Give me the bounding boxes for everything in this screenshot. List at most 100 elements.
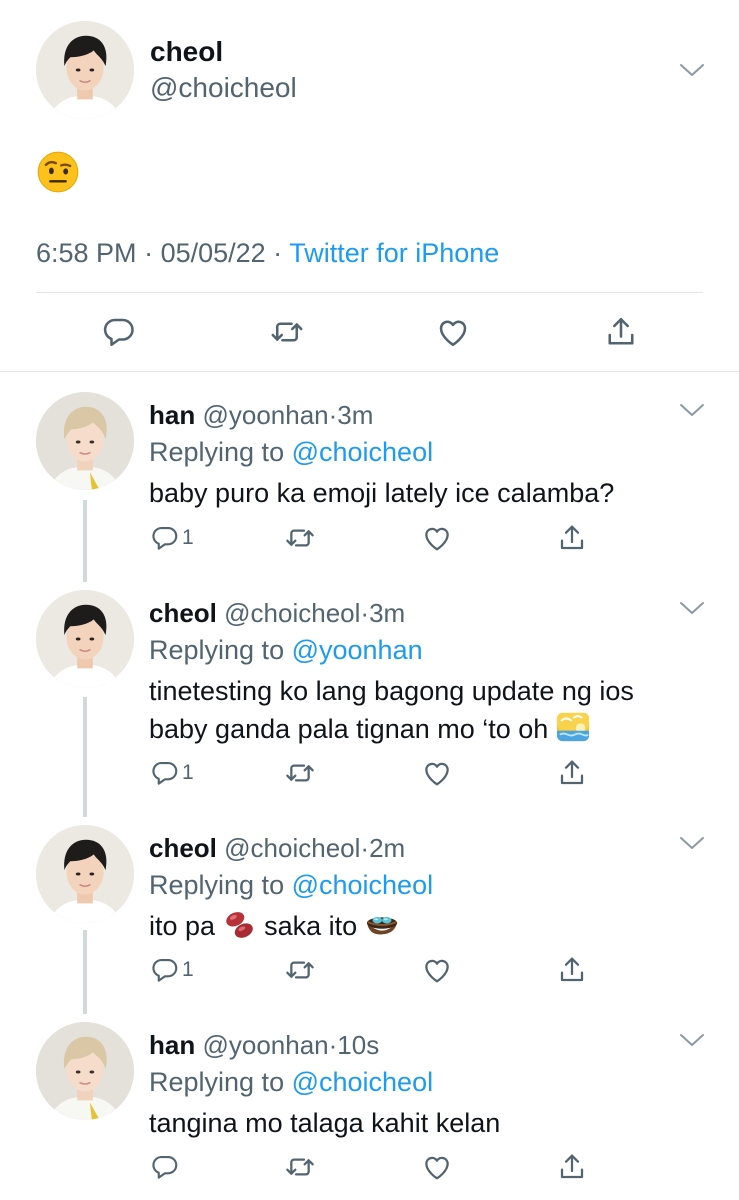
reply-text: ito pa saka ito	[149, 907, 709, 945]
reply-icon	[150, 1152, 180, 1182]
replying-prefix: Replying to	[149, 870, 292, 900]
share-button[interactable]	[556, 950, 588, 990]
reply-text-part: ito pa	[149, 911, 223, 941]
share-icon	[556, 1151, 588, 1183]
avatar[interactable]	[36, 1022, 134, 1120]
heart-icon	[421, 1151, 453, 1183]
replying-to: Replying to @choicheol	[149, 870, 433, 901]
divider	[36, 292, 703, 293]
author-handle[interactable]: @choicheol	[150, 72, 297, 104]
chevron-down-icon[interactable]	[679, 600, 705, 616]
divider	[0, 371, 739, 372]
avatar[interactable]	[36, 21, 134, 119]
heart-icon	[421, 757, 453, 789]
dot-separator: ·	[328, 400, 338, 430]
reply-tweet[interactable]: cheol @choicheol·3m Replying to @yoonhan…	[0, 590, 739, 815]
mention-link[interactable]: @choicheol	[292, 1067, 434, 1097]
author-name[interactable]: han	[149, 400, 195, 430]
like-button[interactable]	[435, 312, 471, 352]
heart-icon	[421, 522, 453, 554]
share-button[interactable]	[556, 1147, 588, 1187]
tweet-meta: 6:58 PM · 05/05/22 · Twitter for iPhone	[36, 238, 499, 269]
author-handle[interactable]: @yoonhan	[202, 400, 328, 430]
mention-link[interactable]: @choicheol	[292, 437, 434, 467]
like-button[interactable]	[421, 1147, 453, 1187]
reply-icon	[101, 314, 137, 350]
retweet-button[interactable]	[284, 950, 316, 990]
retweet-icon	[284, 1151, 316, 1183]
reply-time: 10s	[337, 1030, 380, 1060]
chevron-down-icon[interactable]	[679, 835, 705, 851]
chevron-down-icon[interactable]	[679, 1032, 705, 1048]
author-handle[interactable]: @yoonhan	[202, 1030, 328, 1060]
reply-icon	[150, 955, 180, 985]
reply-time: 2m	[369, 833, 406, 863]
author-handle[interactable]: @choicheol	[224, 833, 360, 863]
reply-button[interactable]	[101, 312, 137, 352]
like-button[interactable]	[421, 753, 453, 793]
reply-icon	[150, 758, 180, 788]
reply-text-part: saka ito	[256, 911, 365, 941]
author-handle[interactable]: @choicheol	[224, 598, 360, 628]
share-button[interactable]	[556, 518, 588, 558]
like-button[interactable]	[421, 518, 453, 558]
sunset-image-icon	[556, 710, 590, 744]
heart-icon	[421, 954, 453, 986]
reply-count: 1	[182, 761, 194, 784]
reply-text-line: tinetesting ko lang bagong update ng ios	[149, 676, 634, 706]
chevron-down-icon[interactable]	[679, 62, 705, 78]
like-button[interactable]	[421, 950, 453, 990]
reply-button[interactable]	[150, 1147, 182, 1187]
author-name[interactable]: cheol	[149, 833, 217, 863]
chevron-down-icon[interactable]	[679, 402, 705, 418]
reply-tweet[interactable]: han @yoonhan·10s Replying to @choicheol …	[0, 1022, 739, 1200]
heart-icon	[435, 314, 471, 350]
share-icon	[556, 954, 588, 986]
dot-separator: ·	[328, 1030, 338, 1060]
tweet-date: 05/05/22	[160, 238, 266, 268]
dot-separator: ·	[360, 598, 370, 628]
reply-tweet[interactable]: cheol @choicheol·2m Replying to @choiche…	[0, 825, 739, 1010]
avatar[interactable]	[36, 825, 134, 923]
reply-header: cheol @choicheol·2m	[149, 833, 405, 864]
meta-separator: ·	[136, 238, 161, 268]
replying-to: Replying to @yoonhan	[149, 635, 423, 666]
tweet-source-link[interactable]: Twitter for iPhone	[289, 238, 499, 268]
retweet-button[interactable]	[284, 518, 316, 558]
avatar[interactable]	[36, 392, 134, 490]
dot-separator: ·	[360, 833, 370, 863]
author-name[interactable]: cheol	[150, 36, 223, 68]
share-button[interactable]	[603, 312, 639, 352]
share-button[interactable]	[556, 753, 588, 793]
author-name[interactable]: han	[149, 1030, 195, 1060]
replying-prefix: Replying to	[149, 1067, 292, 1097]
mention-link[interactable]: @choicheol	[292, 870, 434, 900]
avatar[interactable]	[36, 590, 134, 688]
reply-text-part: baby ganda pala tignan mo ‘to oh	[149, 714, 556, 744]
retweet-icon	[284, 757, 316, 789]
reply-count: 1	[182, 526, 194, 549]
mention-link[interactable]: @yoonhan	[292, 635, 423, 665]
retweet-button[interactable]	[284, 753, 316, 793]
reply-button[interactable]: 1	[150, 950, 194, 990]
retweet-button[interactable]	[269, 312, 305, 352]
reply-text: tinetesting ko lang bagong update ng ios…	[149, 672, 709, 748]
retweet-button[interactable]	[284, 1147, 316, 1187]
share-icon	[603, 314, 639, 350]
reply-header: cheol @choicheol·3m	[149, 598, 405, 629]
reply-tweet[interactable]: han @yoonhan·3m Replying to @choicheol b…	[0, 392, 739, 577]
share-icon	[556, 757, 588, 789]
replying-prefix: Replying to	[149, 437, 292, 467]
author-name[interactable]: cheol	[149, 598, 217, 628]
replying-prefix: Replying to	[149, 635, 292, 665]
meta-separator: ·	[265, 238, 290, 268]
reply-button[interactable]: 1	[150, 518, 194, 558]
retweet-icon	[269, 314, 305, 350]
reply-count: 1	[182, 958, 194, 981]
reply-text: tangina mo talaga kahit kelan	[149, 1108, 501, 1138]
reply-text-line: baby ganda pala tignan mo ‘to oh	[149, 710, 709, 748]
replying-to: Replying to @choicheol	[149, 437, 433, 468]
retweet-icon	[284, 522, 316, 554]
reply-button[interactable]: 1	[150, 753, 194, 793]
reply-icon	[150, 523, 180, 553]
